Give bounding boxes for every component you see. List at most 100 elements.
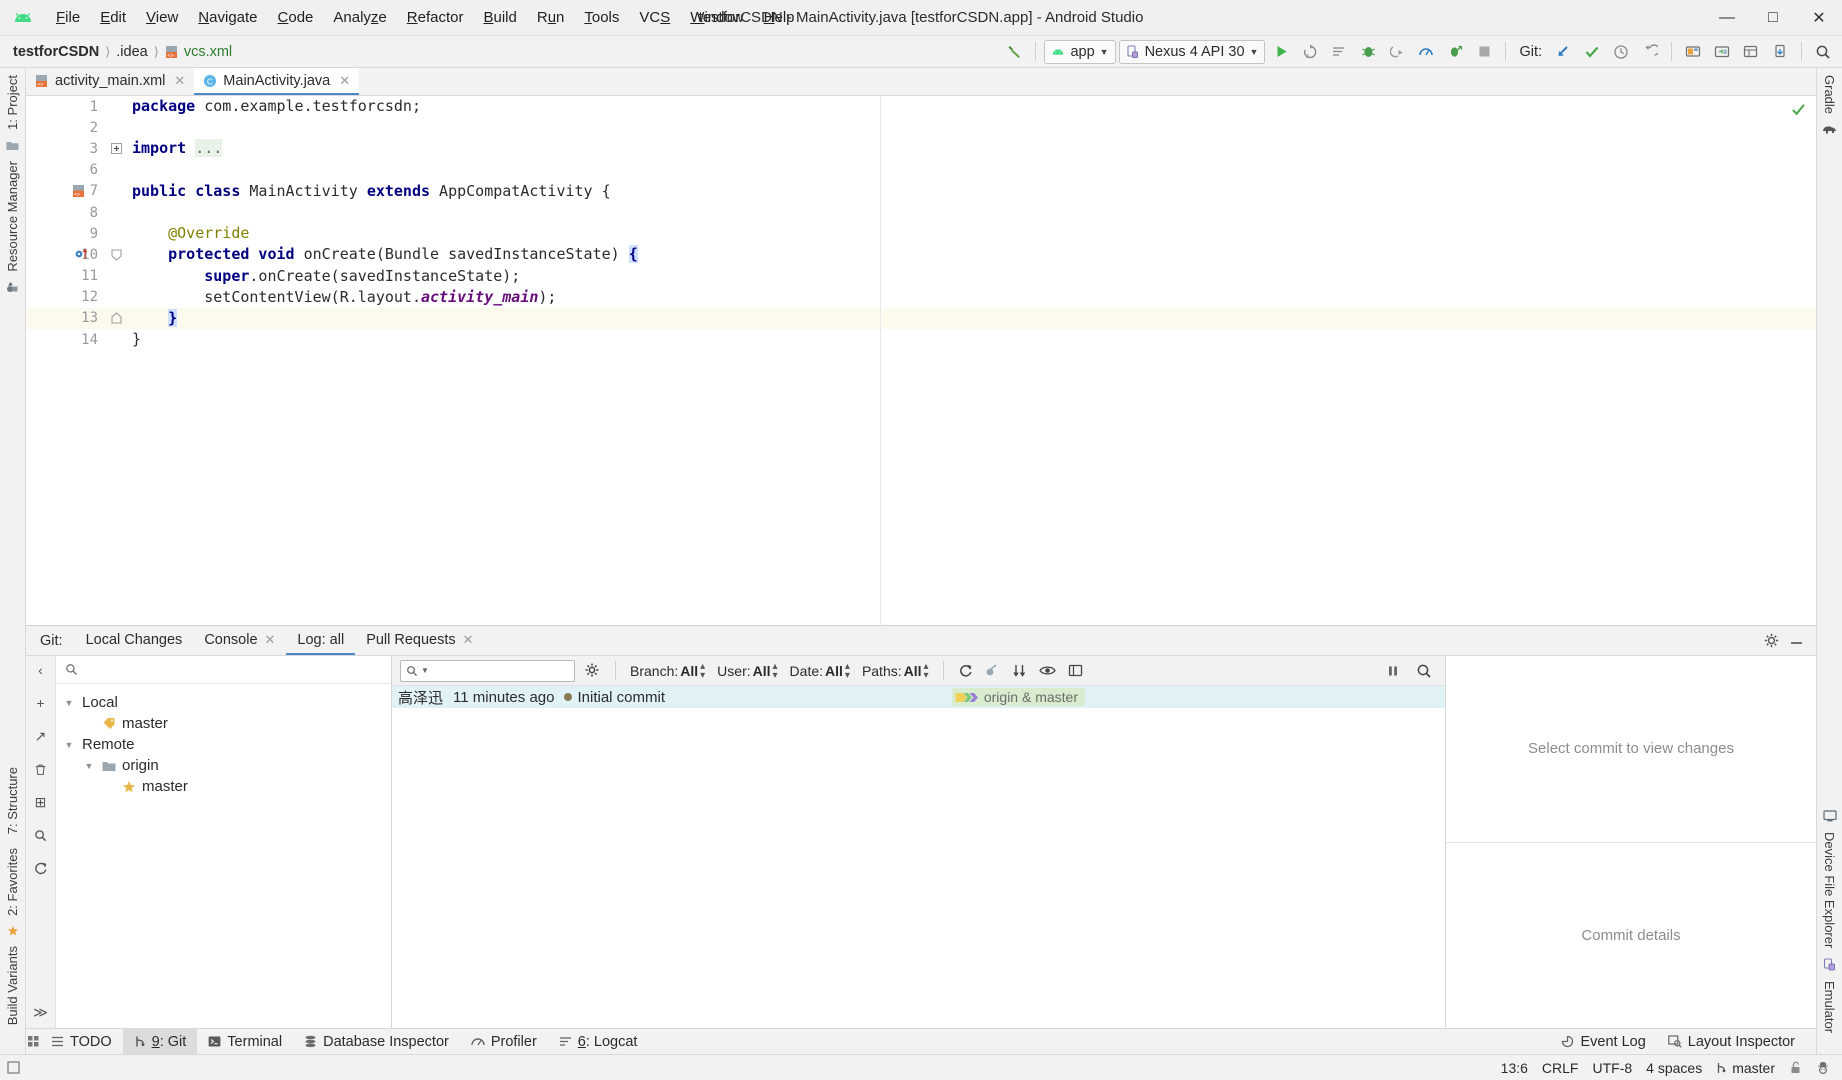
- inspection-status-icon[interactable]: [1791, 102, 1806, 117]
- tab-local-changes[interactable]: Local Changes: [75, 626, 194, 655]
- code-line[interactable]: [126, 117, 1816, 138]
- fold-marker[interactable]: [106, 223, 126, 244]
- expander-triangle-icon[interactable]: ▼: [82, 761, 96, 771]
- log-settings-gear-icon[interactable]: [581, 663, 604, 678]
- sidebar-item-device-file-explorer[interactable]: Device File Explorer: [1817, 825, 1842, 955]
- menu-item-window[interactable]: Window: [680, 5, 753, 30]
- menu-item-view[interactable]: View: [136, 5, 188, 30]
- fold-marker[interactable]: [106, 202, 126, 223]
- tab-log-all[interactable]: Log: all: [286, 626, 356, 655]
- device-manager-icon[interactable]: [1767, 39, 1793, 65]
- build-hammer-icon[interactable]: [1001, 39, 1027, 65]
- editor-gutter[interactable]: 1 2 3 6 7 <> 8 9 10 11 12 13 14: [26, 96, 106, 625]
- git-branch-widget[interactable]: master: [1716, 1060, 1775, 1076]
- bottom-tab-git[interactable]: 9: Git: [122, 1029, 198, 1054]
- log-search-field[interactable]: ▼: [400, 659, 608, 682]
- refresh-log-icon[interactable]: [955, 663, 976, 678]
- menu-item-navigate[interactable]: Navigate: [188, 5, 267, 30]
- code-line[interactable]: public class MainActivity extends AppCom…: [126, 181, 1816, 202]
- menu-item-help[interactable]: Help: [754, 5, 805, 30]
- code-editor[interactable]: 1 2 3 6 7 <> 8 9 10 11 12 13 14 package com.example.…: [26, 96, 1816, 625]
- commit-list[interactable]: 高泽迅 11 minutes ago Initial commit origin…: [392, 686, 1445, 1028]
- sidebar-item-build-variants[interactable]: Build Variants: [0, 939, 25, 1032]
- sidebar-item-project[interactable]: 1: Project: [0, 68, 25, 137]
- line-separator[interactable]: CRLF: [1542, 1060, 1579, 1076]
- code-line[interactable]: import ...: [126, 138, 1816, 159]
- attach-debugger-icon[interactable]: [1384, 39, 1410, 65]
- code-line[interactable]: @Override: [126, 223, 1816, 244]
- toolwindow-grid-icon[interactable]: [26, 1036, 40, 1047]
- menu-item-tools[interactable]: Tools: [574, 5, 629, 30]
- sidebar-item-gradle[interactable]: Gradle: [1817, 68, 1842, 121]
- bottom-tab-logcat[interactable]: 6: Logcat: [548, 1029, 649, 1054]
- minimize-button[interactable]: —: [1704, 0, 1750, 36]
- indent-setting[interactable]: 4 spaces: [1646, 1060, 1702, 1076]
- close-icon[interactable]: ✕: [265, 632, 276, 648]
- sidebar-item-favorites[interactable]: 2: Favorites: [0, 841, 25, 923]
- commit-ref-label[interactable]: origin & master: [951, 688, 1085, 706]
- device-selector[interactable]: Nexus 4 API 30 ▼: [1118, 39, 1266, 64]
- event-log-button[interactable]: Event Log: [1550, 1029, 1656, 1054]
- fold-marker[interactable]: [106, 117, 126, 138]
- search-everywhere-icon[interactable]: [1810, 39, 1836, 65]
- filter-user[interactable]: User: All ▴ ▾: [714, 660, 780, 682]
- menu-item-code[interactable]: Code: [268, 5, 324, 30]
- code-line[interactable]: [126, 202, 1816, 223]
- breadcrumb-project[interactable]: testforCSDN: [10, 42, 102, 62]
- fold-column[interactable]: [106, 96, 126, 625]
- breadcrumb-vcsxml[interactable]: <> vcs.xml: [162, 42, 235, 62]
- show-details-eye-icon[interactable]: [1036, 663, 1059, 678]
- filter-branch[interactable]: Branch: All ▴ ▾: [627, 660, 708, 682]
- branch-filter-row[interactable]: [56, 656, 391, 684]
- fold-marker[interactable]: [106, 96, 126, 117]
- layout-inspector-toolbar-icon[interactable]: [1738, 39, 1764, 65]
- code-line[interactable]: package com.example.testforcsdn;: [126, 96, 1816, 117]
- close-button[interactable]: ✕: [1796, 0, 1842, 36]
- sidebar-item-resource-manager[interactable]: Resource Manager: [0, 154, 25, 279]
- apply-changes-button[interactable]: A: [1297, 39, 1323, 65]
- hector-icon[interactable]: [1816, 1061, 1830, 1075]
- close-icon[interactable]: ✕: [174, 73, 185, 89]
- stop-button[interactable]: [1471, 39, 1497, 65]
- refresh-branches-icon[interactable]: [30, 858, 52, 878]
- git-update-project-icon[interactable]: [1550, 39, 1576, 65]
- override-method-marker-icon[interactable]: [74, 247, 90, 261]
- fold-marker[interactable]: [106, 287, 126, 308]
- checkout-icon[interactable]: ↗: [30, 726, 52, 746]
- branch-search-icon[interactable]: [30, 825, 52, 845]
- code-line[interactable]: [126, 160, 1816, 181]
- status-memory-icon[interactable]: [0, 1061, 26, 1074]
- code-line[interactable]: setContentView(R.layout.activity_main);: [126, 287, 1816, 308]
- maximize-button[interactable]: □: [1750, 0, 1796, 36]
- commit-row[interactable]: 高泽迅 11 minutes ago Initial commit origin…: [392, 686, 1445, 708]
- editor-tab-activity-main-xml[interactable]: <> activity_main.xml ✕: [26, 68, 194, 95]
- bottom-tab-profiler[interactable]: Profiler: [460, 1029, 548, 1054]
- branch-tree-row[interactable]: ▼ Remote: [56, 734, 391, 755]
- bottom-tab-todo[interactable]: TODO: [40, 1029, 123, 1054]
- code-line[interactable]: protected void onCreate(Bundle savedInst…: [126, 244, 1816, 265]
- branch-tree-row[interactable]: master: [56, 776, 391, 797]
- menu-item-run[interactable]: Run: [527, 5, 575, 30]
- chevron-down-icon[interactable]: ▼: [421, 666, 429, 675]
- more-options-icon[interactable]: ≫: [30, 1002, 52, 1022]
- run-configuration-selector[interactable]: app ▼: [1044, 39, 1116, 64]
- code-text-area[interactable]: package com.example.testforcsdn; import .…: [126, 96, 1816, 625]
- tab-pull-requests[interactable]: Pull Requests ✕: [355, 626, 484, 655]
- new-branch-icon[interactable]: ⊞: [30, 792, 52, 812]
- fold-marker[interactable]: [106, 307, 126, 330]
- fold-marker[interactable]: [106, 160, 126, 181]
- file-encoding[interactable]: UTF-8: [1592, 1060, 1632, 1076]
- menu-item-build[interactable]: Build: [473, 5, 526, 30]
- settings-gear-icon[interactable]: [1764, 633, 1779, 648]
- close-icon[interactable]: ✕: [463, 632, 474, 648]
- unlocked-icon[interactable]: [1789, 1061, 1802, 1074]
- add-icon[interactable]: +: [30, 693, 52, 713]
- delete-icon[interactable]: [30, 759, 52, 779]
- branches-tree[interactable]: ▼ Local master ▼ Remote ▼ origin master: [56, 684, 391, 1028]
- filter-paths[interactable]: Paths: All ▴ ▾: [859, 660, 932, 682]
- sort-icon[interactable]: [1009, 663, 1030, 678]
- branch-tree-row[interactable]: ▼ Local: [56, 692, 391, 713]
- bottom-tab-terminal[interactable]: Terminal: [197, 1029, 293, 1054]
- fold-marker[interactable]: [106, 138, 126, 159]
- branch-search-input[interactable]: [85, 661, 382, 678]
